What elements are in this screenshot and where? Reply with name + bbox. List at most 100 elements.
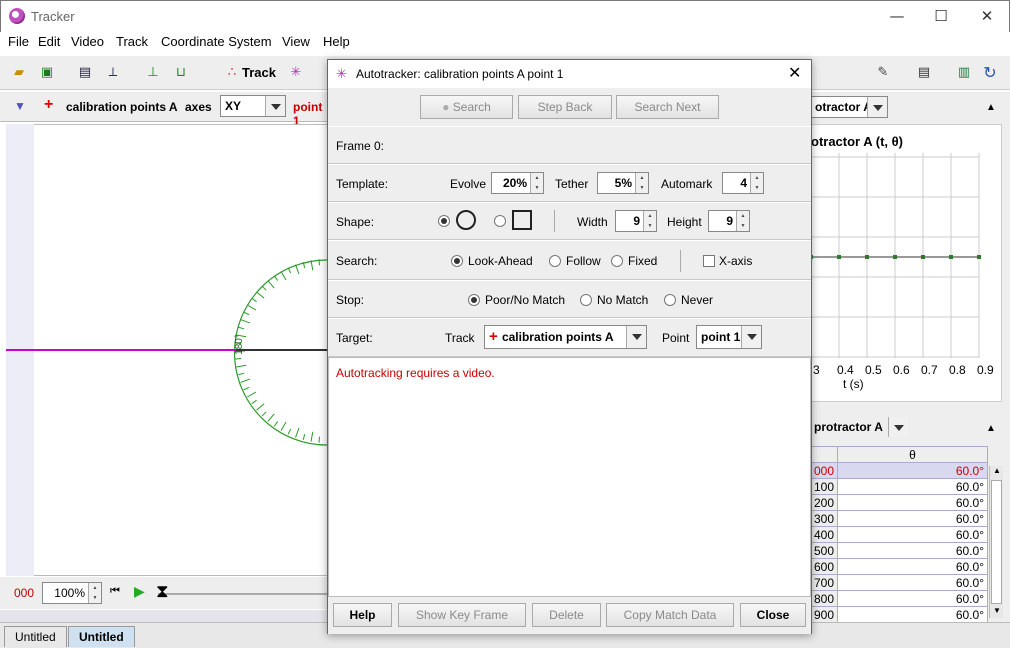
timeline-slider[interactable] bbox=[158, 593, 330, 595]
tab-untitled-1[interactable]: Untitled bbox=[4, 626, 67, 647]
tether-spinner[interactable]: 5% ▲ ▼ bbox=[597, 172, 649, 194]
table-row[interactable]: 500 60.0° bbox=[810, 542, 988, 559]
height-spinner[interactable]: 9 ▲ ▼ bbox=[708, 210, 750, 232]
search-button[interactable]: ● Search bbox=[420, 95, 513, 119]
theta-cell: 60.0° bbox=[837, 510, 988, 527]
play-icon[interactable]: ▶ bbox=[134, 583, 145, 600]
spinner-arrows-icon[interactable]: ▲ ▼ bbox=[750, 173, 763, 193]
table-scrollbar[interactable]: ▲ ▼ bbox=[989, 466, 1003, 618]
save-icon[interactable]: ▣ bbox=[38, 65, 56, 81]
step-back-icon[interactable]: ⏮ bbox=[110, 585, 120, 598]
track-points-icon: ∴ bbox=[227, 65, 237, 80]
data-table-area[interactable]: θ 000 60.0° 100 60.0° 200 60.0° 300 60.0° 400 60.… bbox=[810, 446, 988, 622]
target-track-select[interactable]: + calibration points A bbox=[484, 325, 647, 349]
measuring-tools-icon[interactable]: ⊔ bbox=[172, 65, 190, 81]
maximize-button[interactable]: ☐ bbox=[927, 5, 955, 27]
slider-thumb-icon[interactable]: ⧗ bbox=[156, 581, 169, 602]
minimize-button[interactable]: — bbox=[883, 5, 911, 27]
scroll-up-icon[interactable]: ▲ bbox=[993, 466, 1001, 475]
shape-square-radio[interactable] bbox=[494, 215, 506, 227]
spinner-arrows-icon[interactable]: ▲ ▼ bbox=[635, 173, 648, 193]
copy-match-data-button[interactable]: Copy Match Data bbox=[606, 603, 734, 627]
refresh-icon[interactable]: ↻ bbox=[981, 65, 999, 81]
look-ahead-label: Look-Ahead bbox=[468, 254, 533, 268]
dialog-footer: Help Show Key Frame Delete Copy Match Da… bbox=[328, 597, 811, 634]
track-dropdown-icon[interactable]: ▼ bbox=[14, 99, 26, 113]
x-axis-checkbox[interactable] bbox=[703, 255, 715, 267]
frame-counter[interactable]: 000 bbox=[14, 586, 34, 600]
x-tick-label: 0.8 bbox=[949, 363, 966, 377]
protractor-tick bbox=[240, 319, 251, 324]
time-cell: 900 bbox=[810, 606, 839, 622]
memory-icon[interactable]: ▥ bbox=[955, 65, 973, 81]
menu-coordinate-system[interactable]: Coordinate System bbox=[161, 34, 272, 49]
automark-spinner[interactable]: 4 ▲ ▼ bbox=[722, 172, 764, 194]
no-match-radio[interactable] bbox=[580, 294, 592, 306]
follow-radio[interactable] bbox=[549, 255, 561, 267]
track-button-label[interactable]: Track bbox=[242, 65, 276, 80]
spinner-arrows-icon[interactable]: ▲ ▼ bbox=[530, 173, 543, 193]
scroll-down-icon[interactable]: ▼ bbox=[993, 606, 1001, 615]
table-row[interactable]: 200 60.0° bbox=[810, 494, 988, 511]
plot-area[interactable]: otractor A (t, θ) 3 0.4 0.5 0.6 0.7 0.8 0.9 t … bbox=[810, 124, 1002, 402]
spinner-arrows-icon[interactable]: ▲ ▼ bbox=[643, 211, 656, 231]
target-point-select[interactable]: point 1 bbox=[696, 325, 762, 349]
calibration-icon[interactable]: ⊥ bbox=[144, 65, 162, 81]
protractor-tick bbox=[273, 421, 279, 427]
menu-view[interactable]: View bbox=[282, 34, 310, 49]
pencil-icon[interactable]: ✎ bbox=[874, 65, 892, 81]
delete-button[interactable]: Delete bbox=[532, 603, 601, 627]
menu-help[interactable]: Help bbox=[323, 34, 350, 49]
fixed-radio[interactable] bbox=[611, 255, 623, 267]
notes-icon[interactable]: ▤ bbox=[915, 65, 933, 81]
coordinate-axes-icon[interactable]: ⟂ bbox=[104, 65, 122, 81]
axes-select[interactable]: XY bbox=[220, 95, 286, 117]
open-folder-icon[interactable]: ▰ bbox=[10, 65, 28, 81]
collapse-up-icon[interactable]: ▲ bbox=[986, 102, 996, 113]
step-back-button[interactable]: Step Back bbox=[518, 95, 612, 119]
close-window-button[interactable]: ✕ bbox=[973, 5, 1001, 27]
message-area[interactable]: Autotracking requires a video. bbox=[328, 357, 811, 597]
shape-circle-radio[interactable] bbox=[438, 215, 450, 227]
menu-file[interactable]: File bbox=[8, 34, 29, 49]
table-row[interactable]: 600 60.0° bbox=[810, 558, 988, 575]
evolve-spinner[interactable]: 20% ▲ ▼ bbox=[491, 172, 544, 194]
menu-video[interactable]: Video bbox=[71, 34, 104, 49]
table-row[interactable]: 900 60.0° bbox=[810, 606, 988, 622]
close-button[interactable]: Close bbox=[740, 603, 806, 627]
table-row[interactable]: 400 60.0° bbox=[810, 526, 988, 543]
menu-edit[interactable]: Edit bbox=[38, 34, 60, 49]
search-next-button[interactable]: Search Next bbox=[616, 95, 719, 119]
poor-match-radio[interactable] bbox=[468, 294, 480, 306]
table-track-select[interactable]: protractor A bbox=[810, 417, 908, 439]
video-clip-icon[interactable]: ▤ bbox=[76, 65, 94, 81]
spinner-arrows-icon[interactable]: ▲ ▼ bbox=[88, 583, 101, 603]
table-row[interactable]: 700 60.0° bbox=[810, 574, 988, 591]
autotracker-icon[interactable]: ✳ bbox=[287, 65, 305, 81]
zoom-spinner[interactable]: 100% ▲ ▼ bbox=[42, 582, 102, 604]
width-spinner[interactable]: 9 ▲ ▼ bbox=[615, 210, 657, 232]
title-bar: Tracker — ☐ ✕ bbox=[0, 0, 1010, 32]
scroll-thumb[interactable] bbox=[991, 480, 1002, 604]
table-row[interactable]: 100 60.0° bbox=[810, 478, 988, 495]
dialog-close-icon[interactable]: ✕ bbox=[788, 63, 801, 82]
collapse-up-icon[interactable]: ▲ bbox=[986, 423, 996, 434]
theta-cell: 60.0° bbox=[837, 478, 988, 495]
look-ahead-radio[interactable] bbox=[451, 255, 463, 267]
help-button[interactable]: Help bbox=[333, 603, 392, 627]
track-name-label[interactable]: calibration points A bbox=[66, 100, 178, 114]
protractor-overlay bbox=[233, 259, 328, 446]
tab-untitled-2[interactable]: Untitled bbox=[68, 626, 135, 647]
table-row[interactable]: 000 60.0° bbox=[810, 462, 988, 479]
column-header-theta[interactable]: θ bbox=[837, 446, 988, 463]
show-key-frame-button[interactable]: Show Key Frame bbox=[398, 603, 526, 627]
protractor-tick bbox=[295, 264, 300, 275]
menu-track[interactable]: Track bbox=[116, 34, 148, 49]
spinner-arrows-icon[interactable]: ▲ ▼ bbox=[736, 211, 749, 231]
table-row[interactable]: 800 60.0° bbox=[810, 590, 988, 607]
table-row[interactable]: 300 60.0° bbox=[810, 510, 988, 527]
protractor-tick bbox=[251, 399, 257, 405]
plot-track-select[interactable]: otractor A bbox=[810, 96, 888, 118]
height-label: Height bbox=[667, 215, 702, 229]
never-radio[interactable] bbox=[664, 294, 676, 306]
